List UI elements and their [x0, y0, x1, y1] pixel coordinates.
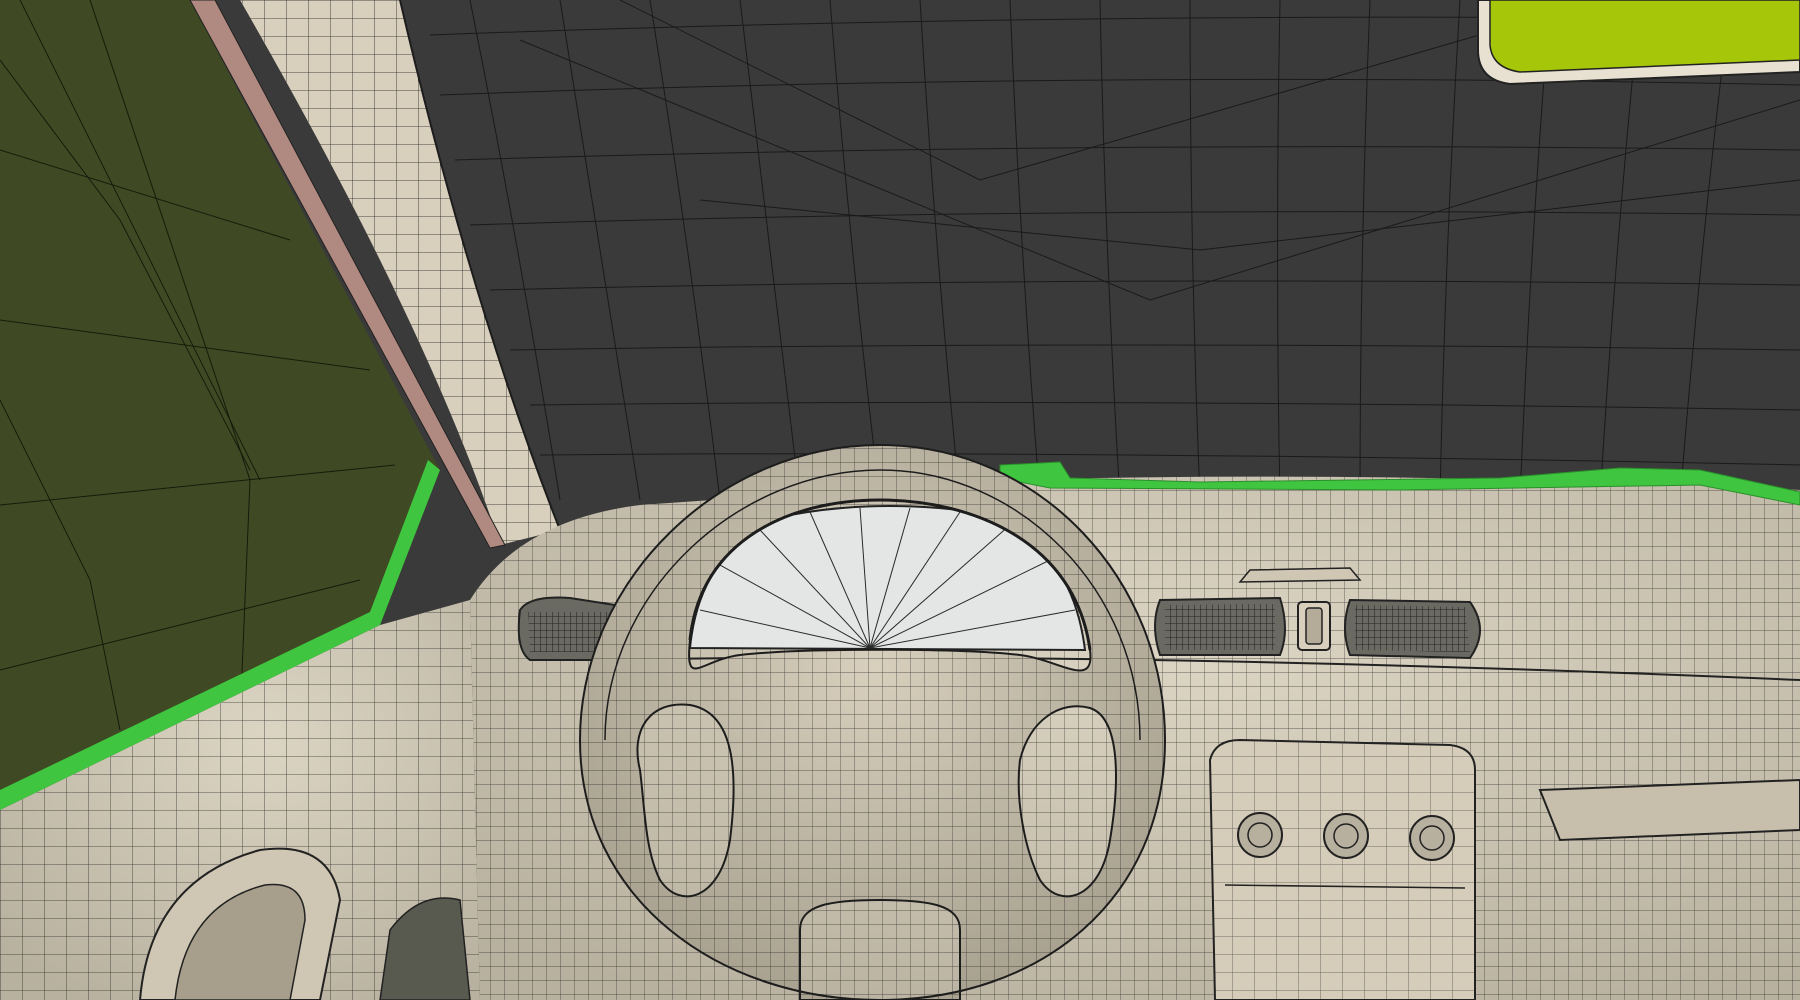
viewport-canvas[interactable] [0, 0, 1800, 1000]
climate-knob-center[interactable] [1323, 813, 1369, 859]
climate-knob-left[interactable] [1237, 812, 1283, 858]
rear-view-mirror[interactable] [1477, 0, 1800, 86]
3d-viewport[interactable] [0, 0, 1800, 1000]
climate-knob-right[interactable] [1409, 815, 1455, 861]
center-console[interactable] [1208, 738, 1476, 1000]
climate-knobs[interactable] [1237, 812, 1455, 861]
